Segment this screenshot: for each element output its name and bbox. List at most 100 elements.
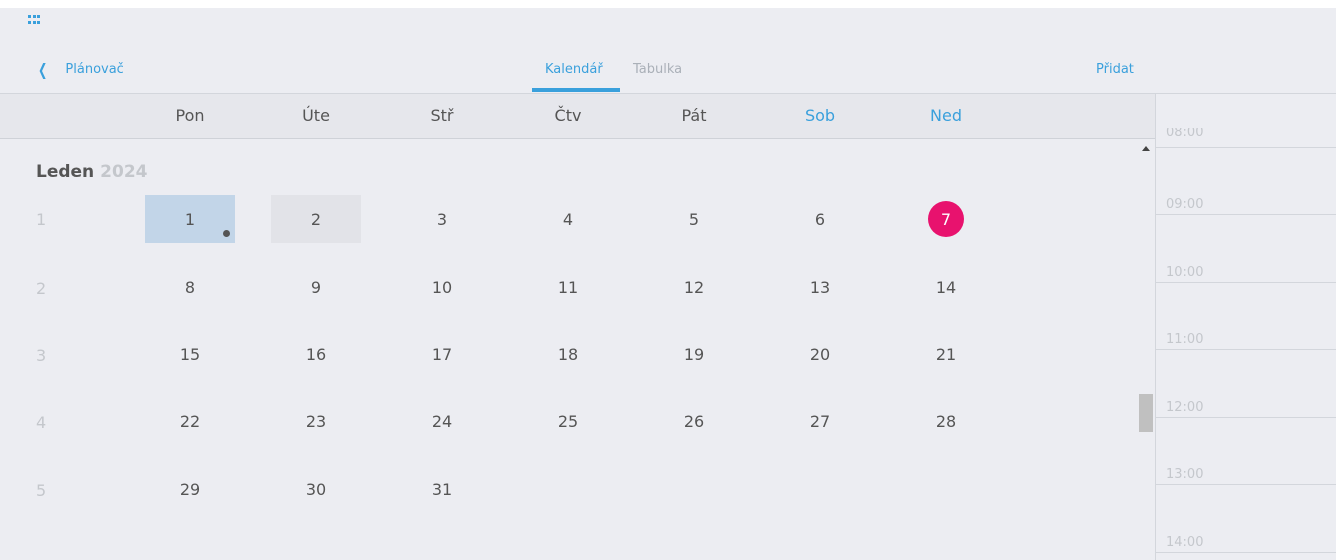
calendar-day[interactable]: 12 [649,263,739,311]
timeline-gridline [1156,282,1336,283]
calendar-day[interactable]: 6 [775,195,865,243]
day-number: 19 [683,344,705,364]
calendar-day[interactable]: 26 [649,397,739,445]
chevron-left-icon: ❮ [38,60,48,79]
timeline-hour-label: 08:00 [1166,128,1204,138]
timeline-gridline [1156,484,1336,485]
calendar-day[interactable]: 20 [775,330,865,378]
weekday-header: Pon Úte Stř Čtv Pát Sob Ned [0,94,1155,139]
active-tab-indicator [532,88,620,92]
back-label: Plánovač [65,62,124,77]
day-number: 9 [310,277,322,297]
scroll-up-arrow-icon[interactable] [1142,146,1150,151]
timeline-gridline [1156,417,1336,418]
week-number: 4 [36,413,47,432]
calendar-day[interactable]: 5 [649,195,739,243]
day-number: 4 [562,209,574,229]
calendar-scrollbar[interactable] [1138,138,1155,560]
calendar-day[interactable]: 24 [397,397,487,445]
day-number: 30 [305,479,327,499]
calendar-day[interactable]: 23 [271,397,361,445]
timeline-hour-label: 14:00 [1166,535,1204,550]
weekday-mon: Pon [175,106,205,125]
day-number: 20 [809,344,831,364]
day-number: 29 [179,479,201,499]
day-number: 16 [305,344,327,364]
event-dot-icon [223,230,230,237]
calendar-day-hovered[interactable]: 2 [271,195,361,243]
day-number: 23 [305,411,327,431]
timeline-hour-label: 13:00 [1166,467,1204,482]
day-number: 27 [809,411,831,431]
tab-table[interactable]: Tabulka [633,62,682,77]
day-number: 12 [683,277,705,297]
timeline-divider [1155,93,1156,560]
week-number: 3 [36,346,47,365]
timeline-gridline [1156,147,1336,148]
calendar-day[interactable]: 15 [145,330,235,378]
day-number: 2 [310,209,322,229]
calendar-day[interactable]: 29 [145,465,235,513]
day-number: 25 [557,411,579,431]
calendar-day[interactable]: 11 [523,263,613,311]
calendar-day[interactable]: 30 [271,465,361,513]
week-number: 2 [36,279,47,298]
calendar-day[interactable]: 25 [523,397,613,445]
calendar-day[interactable]: 27 [775,397,865,445]
day-number: 8 [184,277,196,297]
day-number: 21 [935,344,957,364]
day-number: 6 [814,209,826,229]
weekday-thu: Čtv [554,106,582,125]
timeline-gridline [1156,214,1336,215]
calendar-day-selected[interactable]: 1 [145,195,235,243]
weekday-sat: Sob [804,106,836,125]
timeline-gridline [1156,552,1336,553]
timeline-hour-label: 09:00 [1166,197,1204,212]
weekday-tue: Úte [302,106,330,125]
day-number: 17 [431,344,453,364]
calendar-day[interactable]: 13 [775,263,865,311]
calendar-day[interactable]: 10 [397,263,487,311]
weekday-sun: Ned [930,106,962,125]
timeline-hour-label: 11:00 [1166,332,1204,347]
day-number: 22 [179,411,201,431]
calendar-day[interactable]: 9 [271,263,361,311]
day-number: 14 [935,277,957,297]
day-number: 18 [557,344,579,364]
add-button[interactable]: Přidat [1096,62,1134,77]
day-number: 15 [179,344,201,364]
day-number: 28 [935,411,957,431]
day-number: 1 [184,209,196,229]
timeline-hour-label: 10:00 [1166,265,1204,280]
calendar-day[interactable]: 4 [523,195,613,243]
calendar-day[interactable]: 31 [397,465,487,513]
weekday-fri: Pát [681,106,707,125]
tab-calendar[interactable]: Kalendář [545,62,603,77]
day-number: 26 [683,411,705,431]
calendar-day[interactable]: 16 [271,330,361,378]
calendar-day[interactable]: 21 [901,330,991,378]
calendar-day[interactable]: 18 [523,330,613,378]
week-number: 5 [36,481,47,500]
calendar-day[interactable]: 14 [901,263,991,311]
calendar-day[interactable]: 8 [145,263,235,311]
navigation-bar: ❮ Plánovač Kalendář Tabulka Přidat [0,48,1336,94]
weekday-wed: Stř [430,106,454,125]
top-band [0,0,1336,8]
calendar-day[interactable]: 17 [397,330,487,378]
today-marker: 7 [928,201,964,237]
day-number: 3 [436,209,448,229]
day-number: 10 [431,277,453,297]
app-grid-icon[interactable] [28,15,40,25]
day-number: 13 [809,277,831,297]
calendar-day[interactable]: 28 [901,397,991,445]
calendar-day[interactable]: 19 [649,330,739,378]
day-number: 5 [688,209,700,229]
day-number: 24 [431,411,453,431]
day-number: 31 [431,479,453,499]
calendar-day[interactable]: 3 [397,195,487,243]
scrollbar-thumb[interactable] [1139,394,1153,432]
calendar-day[interactable]: 22 [145,397,235,445]
back-to-planner-button[interactable]: ❮ Plánovač [36,60,124,79]
calendar-day-today[interactable]: 7 [901,195,991,243]
